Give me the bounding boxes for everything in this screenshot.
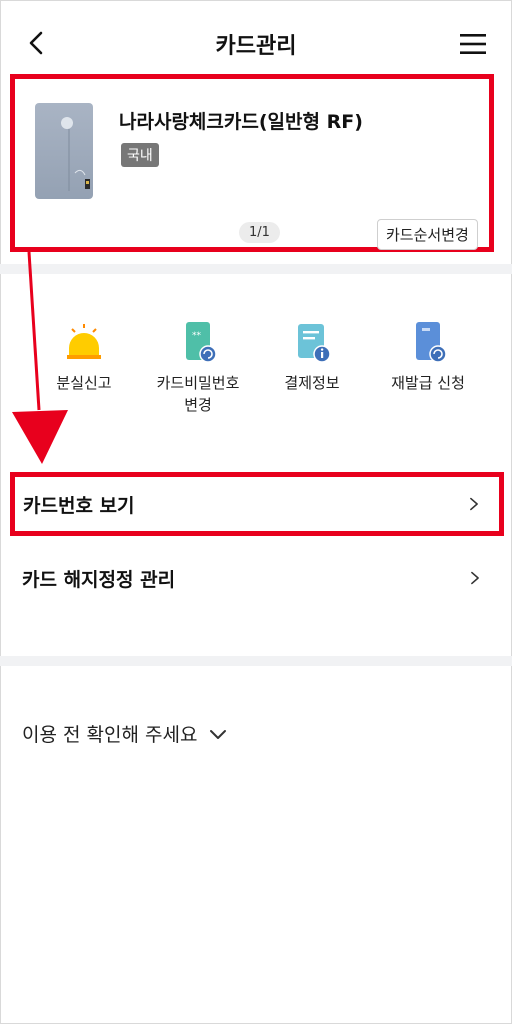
- card-pager: 1/1: [239, 222, 280, 243]
- card-number-label: 카드번호 보기: [23, 494, 135, 517]
- card-password-change-icon: **: [178, 322, 218, 363]
- card-order-change-button[interactable]: 카드순서변경: [377, 219, 478, 250]
- page-title: 카드관리: [215, 34, 297, 59]
- quick-menu-payment-info[interactable]: 결제정보: [257, 322, 367, 394]
- card-name: 나라사랑체크카드(일반형 RF): [119, 111, 363, 133]
- payment-info-icon: [292, 322, 332, 363]
- section-divider: [0, 656, 512, 666]
- domestic-badge: 국내: [121, 143, 159, 167]
- quick-menu-password-change[interactable]: ** 카드비밀번호 변경: [143, 322, 253, 416]
- notice-label: 이용 전 확인해 주세요: [22, 724, 198, 746]
- chevron-right-icon: [471, 571, 479, 585]
- reissue-icon: [408, 322, 448, 363]
- card-number-row[interactable]: 카드번호 보기: [10, 472, 504, 536]
- chevron-right-icon: [470, 497, 478, 511]
- quick-menu-label: 재발급 신청: [391, 374, 465, 392]
- svg-text:**: **: [192, 331, 202, 341]
- menu-button[interactable]: [458, 30, 488, 58]
- quick-menu-lost-report[interactable]: 분실신고: [29, 322, 139, 394]
- card-termination-label: 카드 해지정정 관리: [22, 568, 176, 591]
- card-art-icon: [61, 117, 90, 191]
- quick-menu-label: 카드비밀번호 변경: [156, 374, 240, 414]
- card-summary: 나라사랑체크카드(일반형 RF) 국내 1/1 카드순서변경: [10, 74, 494, 252]
- quick-menu-label: 결제정보: [284, 374, 340, 392]
- chevron-down-icon: [210, 729, 227, 739]
- quick-menu-reissue[interactable]: 재발급 신청: [373, 322, 483, 394]
- card-termination-row[interactable]: 카드 해지정정 관리: [10, 550, 504, 606]
- notice-toggle[interactable]: 이용 전 확인해 주세요: [22, 720, 227, 747]
- siren-icon: [64, 322, 104, 362]
- hamburger-menu-icon: [460, 34, 486, 54]
- quick-menu-label: 분실신고: [56, 374, 112, 392]
- card-image[interactable]: [35, 103, 93, 199]
